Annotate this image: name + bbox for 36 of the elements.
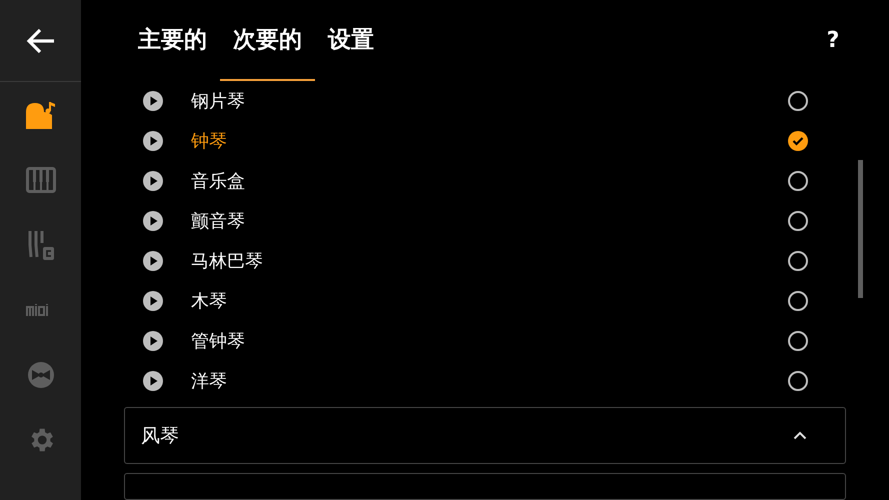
radio-button[interactable] xyxy=(787,90,809,112)
sound-name: 洋琴 xyxy=(191,370,228,393)
disc-icon xyxy=(26,360,54,388)
sound-name: 木琴 xyxy=(191,290,228,313)
play-button[interactable] xyxy=(142,130,164,152)
sound-name: 马林巴琴 xyxy=(191,250,264,273)
radio-button[interactable] xyxy=(787,290,809,312)
play-button[interactable] xyxy=(142,330,164,352)
sound-name: 钢片琴 xyxy=(191,90,246,113)
sound-name: 钟琴 xyxy=(191,130,228,153)
play-button[interactable] xyxy=(142,210,164,232)
tab[interactable]: 次要的 xyxy=(220,0,315,81)
play-button[interactable] xyxy=(142,250,164,272)
play-button[interactable] xyxy=(142,290,164,312)
tuning-fork-icon xyxy=(26,228,54,260)
tab[interactable]: 设置 xyxy=(315,0,387,81)
help-button[interactable]: ? xyxy=(813,0,853,81)
tab[interactable]: 主要的 xyxy=(125,0,220,81)
piano-keys-icon xyxy=(26,166,56,192)
radio-button[interactable] xyxy=(787,370,809,392)
radio-button[interactable] xyxy=(787,130,809,152)
caret-icon xyxy=(793,431,807,440)
play-button[interactable] xyxy=(142,90,164,112)
radio-button[interactable] xyxy=(787,330,809,352)
sound-name: 音乐盒 xyxy=(191,170,246,193)
play-button[interactable] xyxy=(142,370,164,392)
radio-button[interactable] xyxy=(787,170,809,192)
accordion-header[interactable]: 风琴 xyxy=(124,407,846,464)
back-arrow-icon xyxy=(26,28,56,54)
sound-name: 管钟琴 xyxy=(191,330,246,353)
radio-button[interactable] xyxy=(787,250,809,272)
play-button[interactable] xyxy=(142,170,164,192)
scrollbar[interactable] xyxy=(858,160,863,298)
sound-name: 颤音琴 xyxy=(191,210,246,233)
radio-button[interactable] xyxy=(787,210,809,232)
piano-note-icon xyxy=(24,100,56,130)
